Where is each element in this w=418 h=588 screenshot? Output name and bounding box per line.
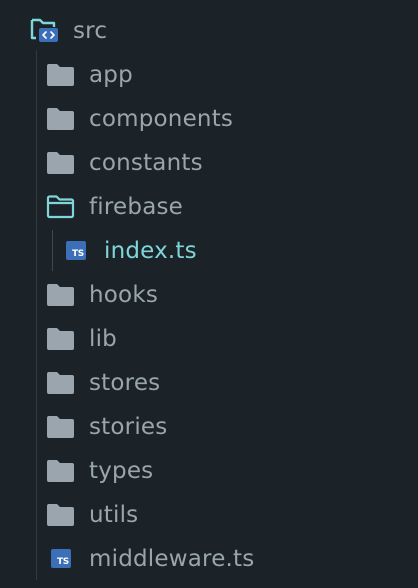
tree-item-middleware-ts[interactable]: TS middleware.ts (0, 537, 418, 581)
tree-item-label: components (89, 106, 234, 132)
folder-icon (47, 504, 74, 526)
folder-icon (47, 64, 74, 86)
folder-icon (47, 152, 74, 174)
tree-item-hooks[interactable]: hooks (0, 273, 418, 317)
tree-item-types[interactable]: types (0, 449, 418, 493)
tree-item-label: middleware.ts (89, 546, 255, 572)
folder-icon (47, 372, 74, 394)
tree-item-stores[interactable]: stores (0, 361, 418, 405)
folder-icon (47, 108, 74, 130)
tree-item-app[interactable]: app (0, 53, 418, 97)
typescript-file-icon: TS (66, 241, 86, 260)
tree-item-components[interactable]: components (0, 97, 418, 141)
tree-item-label: index.ts (104, 238, 197, 264)
folder-open-code-icon (30, 18, 58, 42)
tree-item-label: stories (89, 414, 168, 440)
tree-item-src[interactable]: src (0, 9, 418, 53)
tree-item-label: hooks (89, 282, 159, 308)
tree-item-label: utils (89, 502, 139, 528)
tree-item-label: src (73, 18, 108, 44)
folder-icon (47, 284, 74, 306)
folder-icon (47, 328, 74, 350)
tree-item-stories[interactable]: stories (0, 405, 418, 449)
tree-item-utils[interactable]: utils (0, 493, 418, 537)
folder-icon (47, 460, 74, 482)
tree-item-constants[interactable]: constants (0, 141, 418, 185)
tree-item-label: app (89, 62, 133, 88)
folder-open-icon (46, 195, 75, 219)
tree-item-firebase[interactable]: firebase (0, 185, 418, 229)
tree-item-lib[interactable]: lib (0, 317, 418, 361)
tree-item-label: lib (89, 326, 117, 352)
typescript-file-icon: TS (51, 549, 71, 568)
tree-item-label: types (89, 458, 154, 484)
tree-item-label: constants (89, 150, 203, 176)
tree-item-label: stores (89, 370, 161, 396)
folder-icon (47, 416, 74, 438)
file-explorer-tree: src app components constants firebase TS… (0, 0, 418, 588)
tree-item-index-ts[interactable]: TS index.ts (0, 229, 418, 273)
tree-item-label: firebase (89, 194, 184, 220)
